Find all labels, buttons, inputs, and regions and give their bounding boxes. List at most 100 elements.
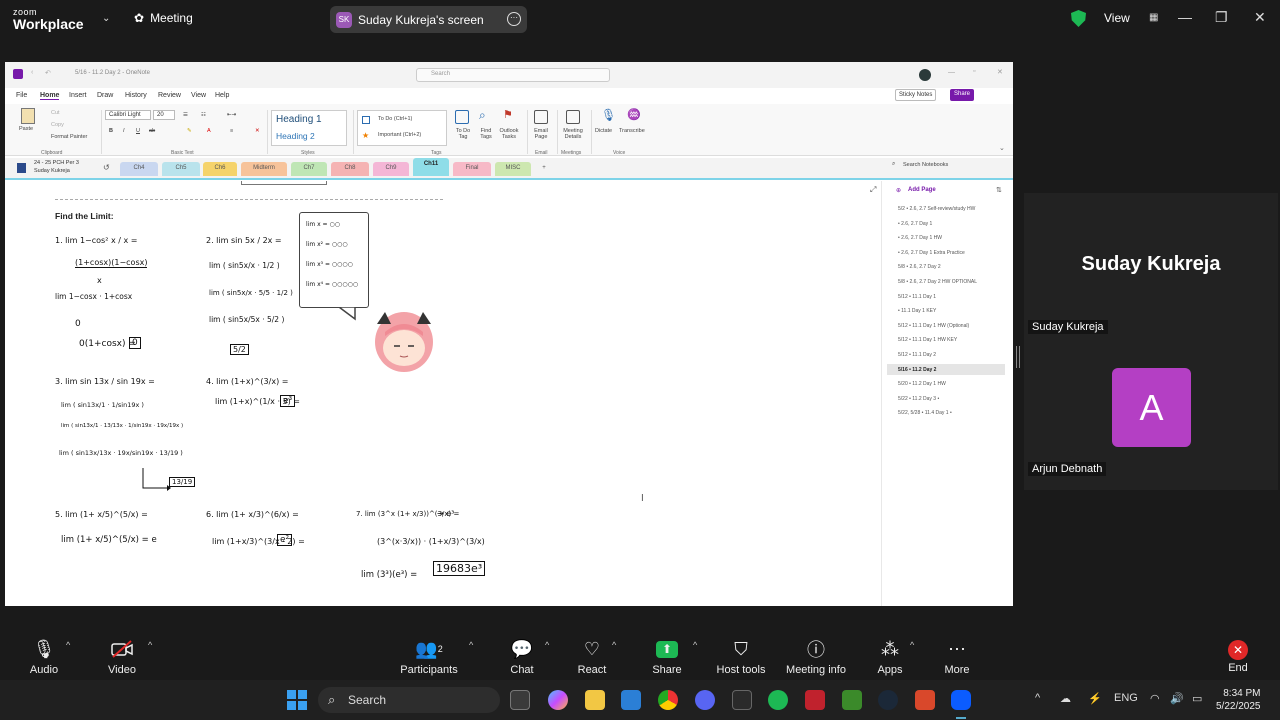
page-list-item[interactable]: 5/22 • 11.2 Day 3 • <box>898 396 939 402</box>
menu-view[interactable]: View <box>191 92 206 99</box>
section-tab[interactable]: Ch11 <box>413 158 449 176</box>
underline-button[interactable]: U <box>136 128 140 134</box>
page-list-item[interactable]: • 2.6, 2.7 Day 1 <box>898 221 932 227</box>
chat-button[interactable]: 💬 Chat <box>505 630 539 677</box>
cloud-icon[interactable]: ☁ <box>1060 692 1071 705</box>
file-explorer-icon[interactable] <box>585 690 605 710</box>
menu-insert[interactable]: Insert <box>69 92 87 99</box>
tags-gallery[interactable]: To Do (Ctrl+1) ★ Important (Ctrl+2) <box>357 110 447 146</box>
paste-label[interactable]: Paste <box>19 126 33 132</box>
app-icon[interactable] <box>732 690 752 710</box>
page-list-item[interactable]: 5/2 • 2.6, 2.7 Self-review/study HW <box>898 206 975 212</box>
sync-icon[interactable]: ↺ <box>103 163 110 172</box>
collapse-ribbon-icon[interactable]: ⌄ <box>999 144 1005 152</box>
language-indicator[interactable]: ENG <box>1114 692 1138 704</box>
font-name-select[interactable]: Calibri Light <box>105 110 151 120</box>
styles-gallery[interactable]: Heading 1 Heading 2 <box>271 110 347 146</box>
chevron-down-icon[interactable]: ⌄ <box>102 13 110 24</box>
menu-review[interactable]: Review <box>158 92 181 99</box>
audio-options-caret[interactable]: ^ <box>66 640 70 650</box>
menu-history[interactable]: History <box>125 92 147 99</box>
find-tags-icon[interactable]: ⌕ <box>479 108 486 123</box>
meeting-info-button[interactable]: ⓘ Meeting info <box>784 630 848 676</box>
page-list-item[interactable]: 5/22, 5/28 • 11.4 Day 1 • <box>898 410 952 416</box>
participants-caret[interactable]: ^ <box>469 640 473 650</box>
heading1-style[interactable]: Heading 1 <box>276 114 322 125</box>
tag-important[interactable]: Important (Ctrl+2) <box>378 132 421 138</box>
end-icon[interactable]: ✕ <box>1228 640 1248 660</box>
app-icon[interactable] <box>915 690 935 710</box>
page-list-item[interactable]: 5/16 • 11.2 Day 2 <box>887 363 1005 375</box>
onenote-share-button[interactable]: Share <box>950 89 975 101</box>
zoom-icon[interactable] <box>951 690 971 710</box>
meeting-button[interactable]: ✿ Meeting <box>134 11 193 25</box>
add-page-button[interactable]: Add Page <box>908 187 936 193</box>
apps-caret[interactable]: ^ <box>910 640 914 650</box>
maximize-icon[interactable]: ❐ <box>1215 9 1228 26</box>
chat-caret[interactable]: ^ <box>545 640 549 650</box>
dictate-label[interactable]: Dictate <box>595 128 612 134</box>
more-button[interactable]: ⋯ More <box>940 630 974 677</box>
share-caret[interactable]: ^ <box>693 640 697 650</box>
minimize-icon[interactable]: — <box>1178 9 1192 25</box>
audio-button[interactable]: 🎙 Audio <box>24 630 64 677</box>
section-tab[interactable]: Ch7 <box>291 162 327 176</box>
paste-icon[interactable] <box>21 108 35 124</box>
notebook-icon[interactable] <box>17 163 26 173</box>
bullets-icon[interactable]: ☰ <box>183 112 188 118</box>
search-notebooks[interactable]: ⌕ Search Notebooks <box>889 160 1007 171</box>
section-tab[interactable]: MISC <box>495 162 531 176</box>
apps-button[interactable]: ⁂ Apps <box>874 630 906 677</box>
section-tab[interactable]: Ch9 <box>373 162 409 176</box>
undo-icon[interactable]: ↶ <box>45 69 51 77</box>
battery-icon[interactable]: ▭ <box>1192 692 1202 705</box>
volume-icon[interactable]: 🔊 <box>1170 692 1184 705</box>
font-color-icon[interactable]: A <box>207 128 211 134</box>
find-tags-label[interactable]: Find Tags <box>477 128 495 140</box>
view-button[interactable]: View <box>1104 11 1130 25</box>
spotify-icon[interactable] <box>768 690 788 710</box>
strikethrough-button[interactable]: ab <box>149 128 155 134</box>
end-label[interactable]: End <box>1226 662 1250 674</box>
expand-icon[interactable]: ⤢ <box>870 185 876 195</box>
taskbar-search[interactable]: ⌕ Search <box>318 687 500 713</box>
page-list-item[interactable]: 5/12 • 11.1 Day 1 HW (Optional) <box>898 323 969 329</box>
app-icon[interactable] <box>805 690 825 710</box>
share-button[interactable]: ⬆ Share <box>648 630 686 676</box>
page-list-item[interactable]: 5/12 • 11.1 Day 1 HW KEY <box>898 337 957 343</box>
email-page-label[interactable]: Email Page <box>531 128 551 140</box>
page-list-item[interactable]: • 2.6, 2.7 Day 1 Extra Practice <box>898 250 965 256</box>
section-tab[interactable]: Final <box>453 162 491 176</box>
meeting-details-label[interactable]: Meeting Details <box>559 128 587 140</box>
bold-button[interactable]: B <box>109 128 113 134</box>
minimize-icon[interactable]: — <box>948 69 955 76</box>
menu-file[interactable]: File <box>16 92 27 99</box>
windows-start-icon[interactable] <box>287 690 307 710</box>
section-tab[interactable]: Ch8 <box>331 162 369 176</box>
page-list-item[interactable]: • 11.1 Day 1 KEY <box>898 308 936 314</box>
close-icon[interactable]: ✕ <box>1254 9 1266 26</box>
onenote-search[interactable]: Search <box>416 68 610 82</box>
react-caret[interactable]: ^ <box>612 640 616 650</box>
minecraft-icon[interactable] <box>842 690 862 710</box>
account-avatar[interactable] <box>919 69 931 81</box>
transcribe-icon[interactable]: ♒ <box>627 108 641 121</box>
page-list-item[interactable]: 5/8 • 2.6, 2.7 Day 2 HW OPTIONAL <box>898 279 977 285</box>
meeting-details-icon[interactable] <box>566 110 580 124</box>
note-canvas[interactable]: ⤢ Find the Limit: 1. lim 1−cos² x / x = … <box>5 181 880 606</box>
cut-button[interactable]: Cut <box>51 110 60 116</box>
close-icon[interactable]: ✕ <box>997 68 1003 76</box>
italic-button[interactable]: I <box>123 128 125 134</box>
section-tab[interactable]: Ch4 <box>120 162 158 176</box>
highlight-icon[interactable]: ✎ <box>187 128 192 134</box>
font-size-select[interactable]: 20 <box>153 110 175 120</box>
copilot-icon[interactable] <box>548 690 568 710</box>
menu-home[interactable]: Home <box>40 92 60 100</box>
page-list-item[interactable]: 5/20 • 11.2 Day 1 HW <box>898 381 946 387</box>
clear-format-icon[interactable]: ✕ <box>255 128 260 134</box>
video-options-caret[interactable]: ^ <box>148 640 152 650</box>
store-icon[interactable] <box>621 690 641 710</box>
page-list-item[interactable]: 5/8 • 2.6, 2.7 Day 2 <box>898 264 941 270</box>
screen-share-indicator[interactable]: SK Suday Kukreja's screen ··· <box>330 6 527 33</box>
add-section-button[interactable]: + <box>535 162 553 176</box>
